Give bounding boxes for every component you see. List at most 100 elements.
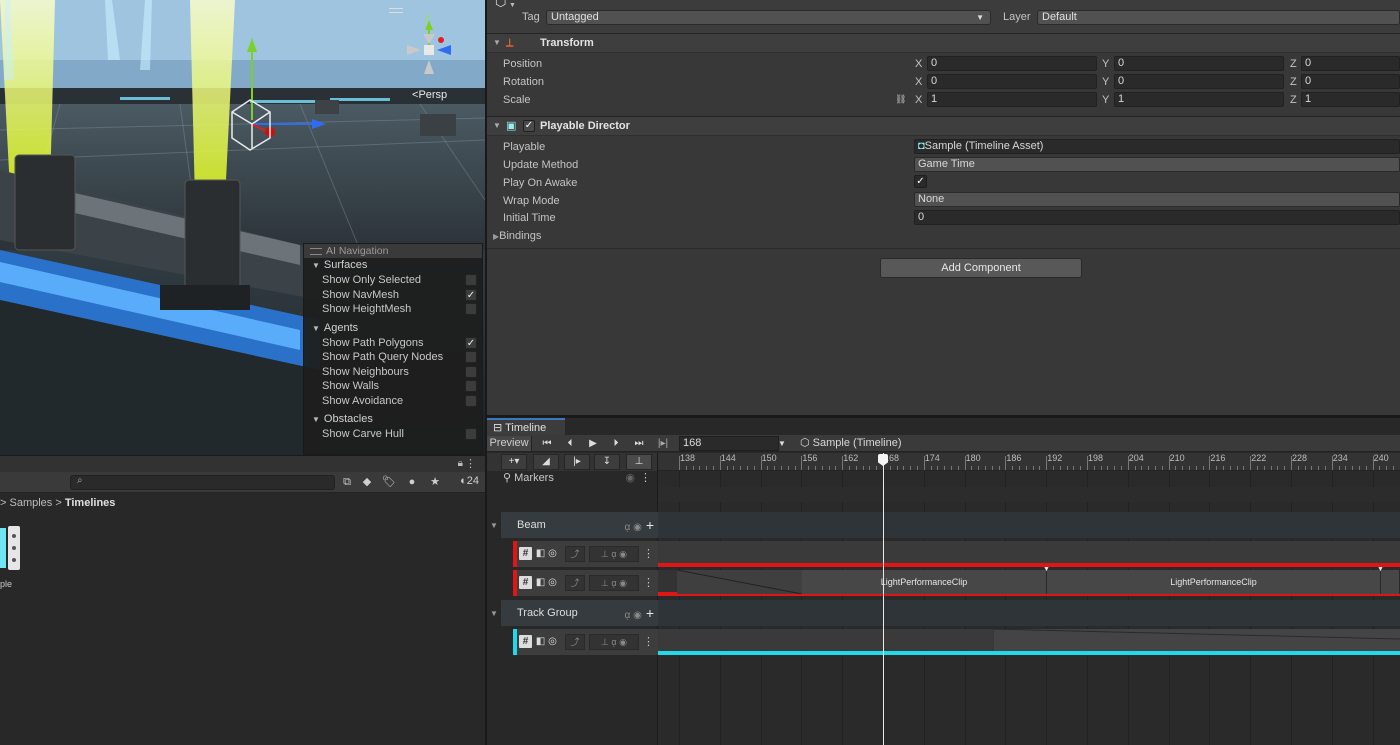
asset-label[interactable]: ple — [0, 579, 12, 589]
curves-icon[interactable]: ⤴ — [565, 575, 585, 591]
info-icon[interactable]: ● — [405, 475, 419, 489]
favorite-icon[interactable]: ★ — [428, 475, 442, 489]
more-options-icon[interactable]: ⋮ — [643, 547, 654, 560]
group-beam[interactable]: Beam ᾳ ◉ + — [501, 512, 658, 538]
eye-icon[interactable]: ◉ — [633, 610, 642, 621]
rotation-z-field[interactable]: 0 — [1301, 74, 1400, 89]
show-heightmesh-checkbox[interactable] — [465, 303, 477, 315]
timeline-asset-breadcrumb[interactable]: ⬡ Sample (Timeline) — [800, 436, 912, 451]
position-x-field[interactable]: 0 — [927, 56, 1097, 71]
add-track-to-group-icon[interactable]: + — [646, 605, 654, 621]
lock-icon[interactable]: 🔒︎ — [458, 458, 463, 469]
frame-dropdown-icon[interactable]: ▼ — [776, 436, 788, 451]
update-method-dropdown[interactable]: Game Time — [914, 157, 1400, 172]
projection-label[interactable]: <Persp — [412, 89, 447, 101]
scale-x-field[interactable]: 1 — [927, 92, 1097, 107]
light-performance-clip[interactable]: LightPerformanceClip — [1047, 570, 1381, 594]
track-lane-3[interactable] — [658, 629, 1400, 655]
track-lock-mute-controls[interactable]: ⊥ ᾳ ◉ — [589, 575, 639, 591]
show-neighbours-checkbox[interactable] — [465, 365, 477, 378]
light-performance-clip[interactable]: LightPerformanceClip — [802, 570, 1047, 594]
show-path-query-nodes-checkbox[interactable] — [465, 351, 477, 363]
playhead[interactable] — [883, 453, 884, 745]
replace-mode-icon[interactable]: ↧ — [594, 454, 620, 470]
tag-dropdown[interactable]: Untagged ▼ — [546, 10, 991, 25]
play-on-awake-checkbox[interactable]: ✓ — [914, 175, 927, 188]
markers-lane[interactable] — [658, 487, 1400, 502]
hidden-packages-toggle[interactable]: ◐24 — [460, 475, 479, 487]
rotation-y-field[interactable]: 0 — [1114, 74, 1284, 89]
timeline-asset-icon[interactable] — [0, 526, 22, 570]
snap-toggle-icon[interactable]: ⊥ — [626, 454, 652, 470]
play-range-icon[interactable]: |▸| — [654, 436, 672, 451]
section-obstacles[interactable]: ▼ Obstacles — [304, 412, 482, 427]
more-options-icon[interactable]: ⋮ — [640, 471, 651, 486]
track-row[interactable]: # ◧ ◎ ⤴ ⊥ ᾳ ◉ ⋮ — [513, 541, 658, 567]
filter-by-type-icon[interactable]: ◆ — [360, 475, 374, 489]
project-search-input[interactable]: ⌕ — [70, 475, 335, 490]
track-row[interactable]: # ◧ ◎ ⤴ ⊥ ᾳ ◉ ⋮ — [513, 629, 658, 655]
section-surfaces[interactable]: ▼ Surfaces — [304, 258, 482, 273]
group-track-group[interactable]: Track Group ᾳ ◉ + — [501, 600, 658, 626]
preview-toggle[interactable]: Preview — [487, 436, 532, 451]
show-navmesh-checkbox[interactable]: ✓ — [465, 288, 477, 301]
ripple-mode-icon[interactable]: |▸ — [564, 454, 590, 470]
transform-header[interactable]: ▼ ⟂ Transform — [487, 33, 1400, 53]
add-track-button[interactable]: +▾ — [501, 454, 527, 470]
position-y-field[interactable]: 0 — [1114, 56, 1284, 71]
section-agents[interactable]: ▼ Agents — [304, 321, 482, 336]
markers-row[interactable]: ⚲ Markers ◉ ⋮ — [487, 471, 657, 486]
track-lock-mute-controls[interactable]: ⊥ ᾳ ◉ — [589, 634, 639, 650]
goto-end-icon[interactable]: ⏭ — [631, 436, 647, 451]
initial-time-field[interactable]: 0 — [914, 210, 1400, 225]
more-options-icon[interactable]: ⋮ — [643, 635, 654, 648]
constrain-proportions-icon[interactable]: ⛓ — [895, 94, 906, 105]
filter-by-label-icon[interactable]: 🏷︎ — [382, 475, 396, 489]
group-foldout-icon[interactable]: ▼ — [490, 521, 498, 530]
search-by-type-icon[interactable]: ⧉ — [340, 475, 354, 489]
goto-start-icon[interactable]: ⏮ — [539, 436, 555, 451]
playable-object-field[interactable]: ◘Sample (Timeline Asset) — [914, 139, 1400, 154]
group-foldout-icon[interactable]: ▼ — [490, 609, 498, 618]
curves-icon[interactable]: ⤴ — [565, 634, 585, 650]
rotation-x-field[interactable]: 0 — [927, 74, 1097, 89]
target-icon[interactable]: ◎ — [546, 576, 559, 589]
curves-icon[interactable]: ⤴ — [565, 546, 585, 562]
track-lock-mute-controls[interactable]: ⊥ ᾳ ◉ — [589, 546, 639, 562]
show-avoidance-checkbox[interactable] — [465, 394, 477, 407]
layer-dropdown[interactable]: Default — [1037, 10, 1400, 25]
previous-frame-icon[interactable]: ⏴ — [562, 436, 578, 451]
more-options-icon[interactable]: ⋮ — [643, 576, 654, 589]
edit-mode-icon[interactable]: ◢ — [533, 454, 559, 470]
orientation-gizmo[interactable]: y — [399, 12, 459, 87]
breadcrumb-samples[interactable]: Samples — [10, 497, 53, 509]
ai-navigation-title[interactable]: AI Navigation — [304, 244, 482, 258]
more-options-icon[interactable]: ⋮ — [465, 457, 476, 470]
clip-fragment[interactable] — [1381, 570, 1400, 594]
playable-director-enabled-checkbox[interactable]: ✓ — [523, 120, 535, 132]
frame-field[interactable]: 168 — [679, 436, 779, 451]
show-path-polygons-checkbox[interactable]: ✓ — [465, 336, 477, 349]
track-row[interactable]: # ◧ ◎ ⤴ ⊥ ᾳ ◉ ⋮ — [513, 570, 658, 596]
target-icon[interactable]: ◎ — [546, 547, 559, 560]
next-frame-icon[interactable]: ⏵ — [608, 436, 624, 451]
playable-director-header[interactable]: ▼ ▣ ✓ Playable Director — [487, 116, 1400, 136]
bindings-foldout[interactable]: ▶Bindings — [493, 230, 541, 242]
show-carve-hull-checkbox[interactable] — [465, 428, 477, 440]
lock-icon[interactable]: ᾳ — [625, 522, 631, 533]
time-ruler[interactable]: 138 144 150 156 162 168 174 180 186 192 198 204 210 2… — [658, 453, 1400, 471]
track-lane-1[interactable] — [658, 541, 1400, 567]
scale-z-field[interactable]: 1 — [1301, 92, 1400, 107]
add-component-button[interactable]: Add Component — [880, 258, 1082, 278]
show-only-selected-checkbox[interactable] — [465, 274, 477, 286]
breadcrumb-timelines[interactable]: Timelines — [65, 497, 116, 509]
target-icon[interactable]: ◎ — [546, 635, 559, 648]
position-z-field[interactable]: 0 — [1301, 56, 1400, 71]
add-track-to-group-icon[interactable]: + — [646, 517, 654, 533]
scene-view[interactable]: y <Persp AI Navigation ▼ Surfaces Show On… — [0, 0, 485, 455]
eye-icon[interactable]: ◉ — [625, 471, 635, 486]
show-walls-checkbox[interactable] — [465, 380, 477, 392]
track-content-area[interactable]: 138 144 150 156 162 168 174 180 186 192 198 204 210 2… — [658, 453, 1400, 745]
scale-y-field[interactable]: 1 — [1114, 92, 1284, 107]
tab-timeline[interactable]: ⊟ Timeline — [487, 418, 565, 435]
